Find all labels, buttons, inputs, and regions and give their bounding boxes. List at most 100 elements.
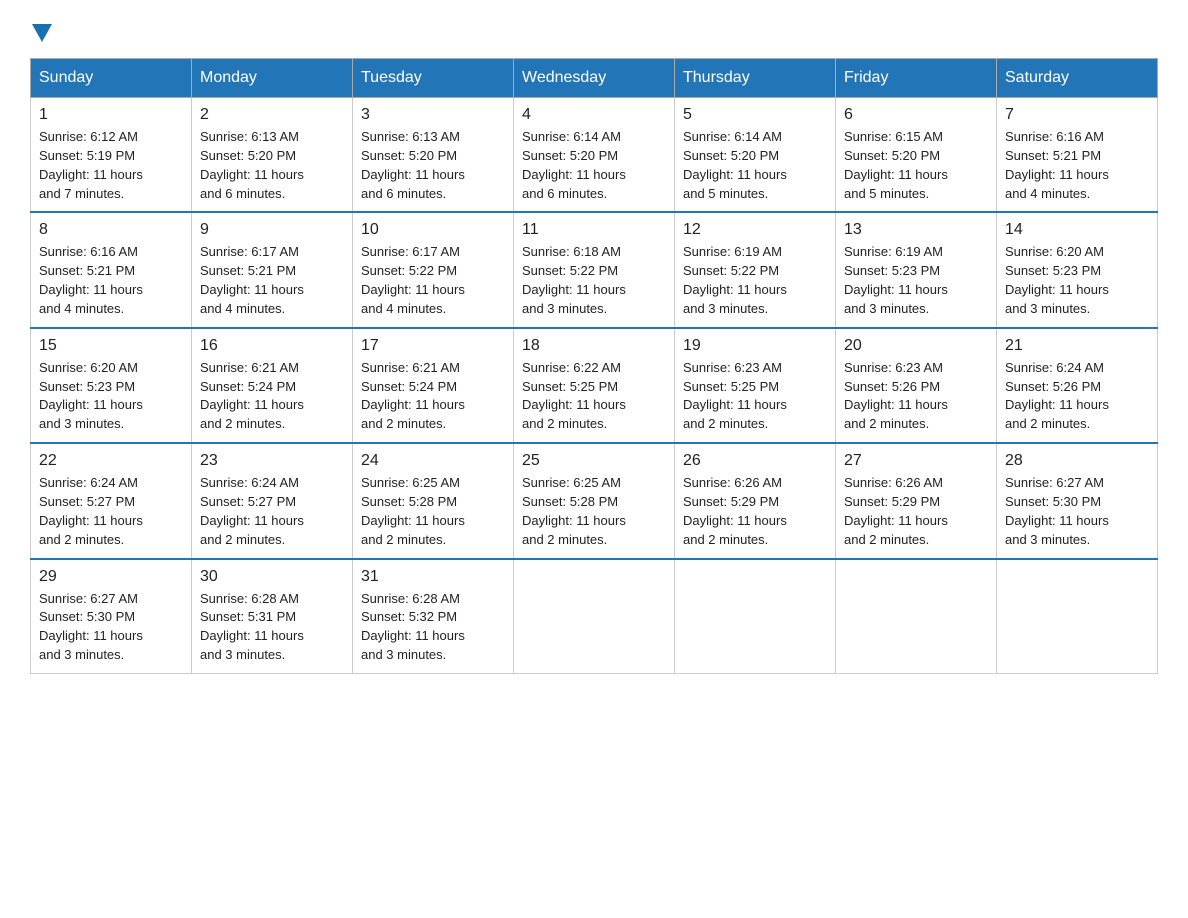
calendar-cell <box>675 559 836 674</box>
day-info: Sunrise: 6:21 AM Sunset: 5:24 PM Dayligh… <box>361 359 505 434</box>
calendar-cell: 31 Sunrise: 6:28 AM Sunset: 5:32 PM Dayl… <box>353 559 514 674</box>
calendar-table: SundayMondayTuesdayWednesdayThursdayFrid… <box>30 58 1158 674</box>
day-number: 4 <box>522 106 666 124</box>
day-info: Sunrise: 6:27 AM Sunset: 5:30 PM Dayligh… <box>1005 474 1149 549</box>
day-info: Sunrise: 6:24 AM Sunset: 5:26 PM Dayligh… <box>1005 359 1149 434</box>
day-number: 9 <box>200 221 344 239</box>
day-info: Sunrise: 6:17 AM Sunset: 5:22 PM Dayligh… <box>361 243 505 318</box>
day-info: Sunrise: 6:20 AM Sunset: 5:23 PM Dayligh… <box>39 359 183 434</box>
week-row-2: 8 Sunrise: 6:16 AM Sunset: 5:21 PM Dayli… <box>31 212 1158 327</box>
day-info: Sunrise: 6:14 AM Sunset: 5:20 PM Dayligh… <box>522 128 666 203</box>
day-number: 19 <box>683 337 827 355</box>
calendar-cell: 2 Sunrise: 6:13 AM Sunset: 5:20 PM Dayli… <box>192 98 353 213</box>
day-info: Sunrise: 6:22 AM Sunset: 5:25 PM Dayligh… <box>522 359 666 434</box>
week-row-1: 1 Sunrise: 6:12 AM Sunset: 5:19 PM Dayli… <box>31 98 1158 213</box>
day-number: 11 <box>522 221 666 239</box>
calendar-cell: 8 Sunrise: 6:16 AM Sunset: 5:21 PM Dayli… <box>31 212 192 327</box>
day-number: 20 <box>844 337 988 355</box>
page-header <box>30 20 1158 38</box>
calendar-cell: 1 Sunrise: 6:12 AM Sunset: 5:19 PM Dayli… <box>31 98 192 213</box>
header-sunday: Sunday <box>31 59 192 98</box>
day-info: Sunrise: 6:24 AM Sunset: 5:27 PM Dayligh… <box>200 474 344 549</box>
calendar-cell: 13 Sunrise: 6:19 AM Sunset: 5:23 PM Dayl… <box>836 212 997 327</box>
calendar-cell: 6 Sunrise: 6:15 AM Sunset: 5:20 PM Dayli… <box>836 98 997 213</box>
day-info: Sunrise: 6:28 AM Sunset: 5:31 PM Dayligh… <box>200 590 344 665</box>
calendar-cell <box>514 559 675 674</box>
calendar-cell: 28 Sunrise: 6:27 AM Sunset: 5:30 PM Dayl… <box>997 443 1158 558</box>
day-info: Sunrise: 6:27 AM Sunset: 5:30 PM Dayligh… <box>39 590 183 665</box>
day-info: Sunrise: 6:25 AM Sunset: 5:28 PM Dayligh… <box>361 474 505 549</box>
day-info: Sunrise: 6:15 AM Sunset: 5:20 PM Dayligh… <box>844 128 988 203</box>
header-thursday: Thursday <box>675 59 836 98</box>
day-info: Sunrise: 6:19 AM Sunset: 5:23 PM Dayligh… <box>844 243 988 318</box>
day-info: Sunrise: 6:13 AM Sunset: 5:20 PM Dayligh… <box>361 128 505 203</box>
calendar-cell: 9 Sunrise: 6:17 AM Sunset: 5:21 PM Dayli… <box>192 212 353 327</box>
header-saturday: Saturday <box>997 59 1158 98</box>
day-info: Sunrise: 6:19 AM Sunset: 5:22 PM Dayligh… <box>683 243 827 318</box>
calendar-cell: 25 Sunrise: 6:25 AM Sunset: 5:28 PM Dayl… <box>514 443 675 558</box>
day-number: 14 <box>1005 221 1149 239</box>
day-info: Sunrise: 6:23 AM Sunset: 5:25 PM Dayligh… <box>683 359 827 434</box>
logo-triangle-icon <box>32 24 52 42</box>
day-number: 3 <box>361 106 505 124</box>
calendar-cell: 17 Sunrise: 6:21 AM Sunset: 5:24 PM Dayl… <box>353 328 514 443</box>
day-number: 24 <box>361 452 505 470</box>
calendar-cell: 5 Sunrise: 6:14 AM Sunset: 5:20 PM Dayli… <box>675 98 836 213</box>
day-number: 30 <box>200 568 344 586</box>
calendar-cell: 29 Sunrise: 6:27 AM Sunset: 5:30 PM Dayl… <box>31 559 192 674</box>
calendar-cell: 15 Sunrise: 6:20 AM Sunset: 5:23 PM Dayl… <box>31 328 192 443</box>
calendar-cell: 3 Sunrise: 6:13 AM Sunset: 5:20 PM Dayli… <box>353 98 514 213</box>
day-info: Sunrise: 6:17 AM Sunset: 5:21 PM Dayligh… <box>200 243 344 318</box>
header-wednesday: Wednesday <box>514 59 675 98</box>
day-number: 5 <box>683 106 827 124</box>
calendar-cell: 20 Sunrise: 6:23 AM Sunset: 5:26 PM Dayl… <box>836 328 997 443</box>
day-number: 28 <box>1005 452 1149 470</box>
calendar-cell <box>997 559 1158 674</box>
day-number: 23 <box>200 452 344 470</box>
calendar-cell: 24 Sunrise: 6:25 AM Sunset: 5:28 PM Dayl… <box>353 443 514 558</box>
day-info: Sunrise: 6:18 AM Sunset: 5:22 PM Dayligh… <box>522 243 666 318</box>
calendar-cell: 4 Sunrise: 6:14 AM Sunset: 5:20 PM Dayli… <box>514 98 675 213</box>
calendar-cell: 23 Sunrise: 6:24 AM Sunset: 5:27 PM Dayl… <box>192 443 353 558</box>
day-info: Sunrise: 6:21 AM Sunset: 5:24 PM Dayligh… <box>200 359 344 434</box>
day-number: 22 <box>39 452 183 470</box>
day-number: 15 <box>39 337 183 355</box>
day-info: Sunrise: 6:24 AM Sunset: 5:27 PM Dayligh… <box>39 474 183 549</box>
calendar-cell: 30 Sunrise: 6:28 AM Sunset: 5:31 PM Dayl… <box>192 559 353 674</box>
calendar-cell: 10 Sunrise: 6:17 AM Sunset: 5:22 PM Dayl… <box>353 212 514 327</box>
day-number: 27 <box>844 452 988 470</box>
header-tuesday: Tuesday <box>353 59 514 98</box>
day-info: Sunrise: 6:20 AM Sunset: 5:23 PM Dayligh… <box>1005 243 1149 318</box>
day-info: Sunrise: 6:26 AM Sunset: 5:29 PM Dayligh… <box>844 474 988 549</box>
calendar-cell: 14 Sunrise: 6:20 AM Sunset: 5:23 PM Dayl… <box>997 212 1158 327</box>
day-number: 2 <box>200 106 344 124</box>
day-info: Sunrise: 6:25 AM Sunset: 5:28 PM Dayligh… <box>522 474 666 549</box>
day-number: 7 <box>1005 106 1149 124</box>
day-number: 10 <box>361 221 505 239</box>
day-number: 29 <box>39 568 183 586</box>
header-monday: Monday <box>192 59 353 98</box>
calendar-cell: 22 Sunrise: 6:24 AM Sunset: 5:27 PM Dayl… <box>31 443 192 558</box>
day-number: 6 <box>844 106 988 124</box>
day-info: Sunrise: 6:12 AM Sunset: 5:19 PM Dayligh… <box>39 128 183 203</box>
day-info: Sunrise: 6:16 AM Sunset: 5:21 PM Dayligh… <box>1005 128 1149 203</box>
day-number: 8 <box>39 221 183 239</box>
week-row-4: 22 Sunrise: 6:24 AM Sunset: 5:27 PM Dayl… <box>31 443 1158 558</box>
header-friday: Friday <box>836 59 997 98</box>
day-number: 26 <box>683 452 827 470</box>
day-number: 1 <box>39 106 183 124</box>
day-info: Sunrise: 6:16 AM Sunset: 5:21 PM Dayligh… <box>39 243 183 318</box>
day-number: 21 <box>1005 337 1149 355</box>
day-info: Sunrise: 6:13 AM Sunset: 5:20 PM Dayligh… <box>200 128 344 203</box>
weekday-header-row: SundayMondayTuesdayWednesdayThursdayFrid… <box>31 59 1158 98</box>
day-number: 31 <box>361 568 505 586</box>
calendar-cell: 16 Sunrise: 6:21 AM Sunset: 5:24 PM Dayl… <box>192 328 353 443</box>
week-row-5: 29 Sunrise: 6:27 AM Sunset: 5:30 PM Dayl… <box>31 559 1158 674</box>
logo <box>30 20 52 38</box>
day-info: Sunrise: 6:28 AM Sunset: 5:32 PM Dayligh… <box>361 590 505 665</box>
day-info: Sunrise: 6:14 AM Sunset: 5:20 PM Dayligh… <box>683 128 827 203</box>
day-info: Sunrise: 6:23 AM Sunset: 5:26 PM Dayligh… <box>844 359 988 434</box>
calendar-cell: 12 Sunrise: 6:19 AM Sunset: 5:22 PM Dayl… <box>675 212 836 327</box>
calendar-cell: 18 Sunrise: 6:22 AM Sunset: 5:25 PM Dayl… <box>514 328 675 443</box>
day-number: 25 <box>522 452 666 470</box>
